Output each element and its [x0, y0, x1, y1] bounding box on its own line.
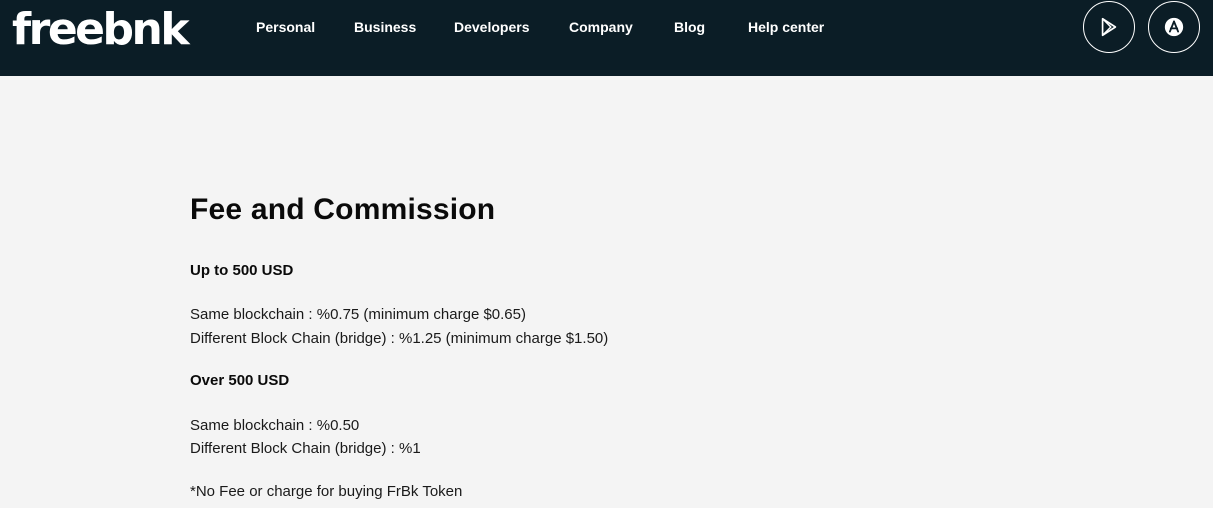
- google-play-icon: [1098, 16, 1120, 38]
- page-title: Fee and Commission: [190, 193, 496, 226]
- fee-line: Different Block Chain (bridge) : %1.25 (…: [190, 330, 609, 347]
- app-store-icon: [1163, 16, 1185, 38]
- google-play-button[interactable]: [1083, 1, 1135, 53]
- fee-line: Same blockchain : %0.75 (minimum charge …: [190, 306, 526, 323]
- tier-heading-over-500: Over 500 USD: [190, 372, 290, 389]
- app-store-button[interactable]: [1148, 1, 1200, 53]
- nav-item-personal[interactable]: Personal: [256, 19, 315, 36]
- nav-item-developers[interactable]: Developers: [454, 19, 529, 36]
- nav-item-blog[interactable]: Blog: [674, 19, 705, 36]
- freebnk-logo[interactable]: freebnk: [12, 4, 190, 56]
- nav-item-company[interactable]: Company: [569, 19, 633, 36]
- fee-line: Different Block Chain (bridge) : %1: [190, 440, 421, 457]
- tier-heading-up-to-500: Up to 500 USD: [190, 262, 294, 279]
- nav-item-business[interactable]: Business: [354, 19, 416, 36]
- nav-item-help-center[interactable]: Help center: [748, 19, 824, 36]
- token-fee-note: *No Fee or charge for buying FrBk Token: [190, 483, 463, 500]
- fee-line: Same blockchain : %0.50: [190, 417, 360, 434]
- top-navigation-bar: freebnk Personal Business Developers Com…: [0, 0, 1213, 76]
